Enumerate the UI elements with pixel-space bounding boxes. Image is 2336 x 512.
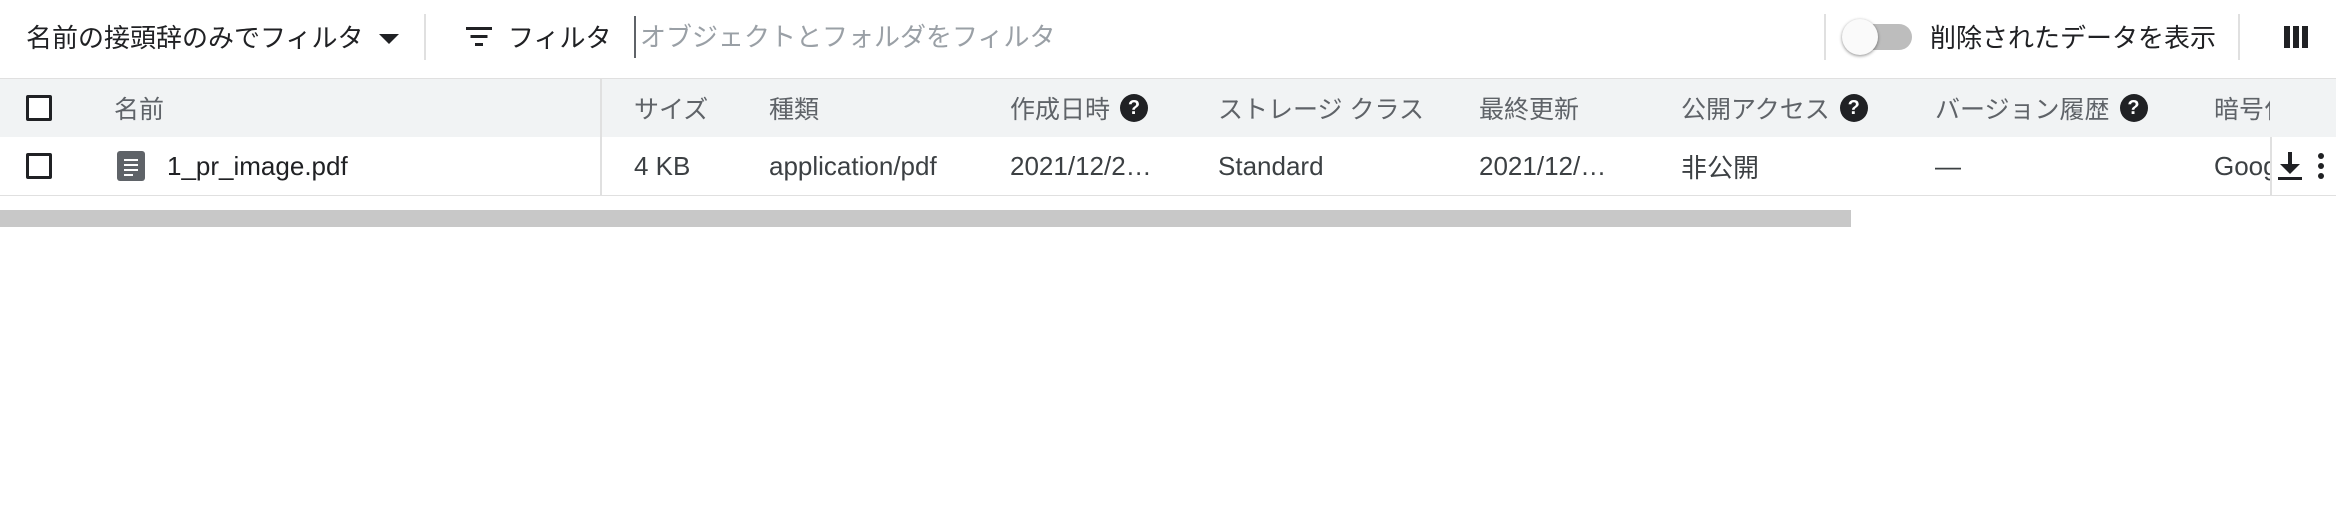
help-icon[interactable]: ? xyxy=(1120,94,1149,122)
filter-button[interactable]: フィルタ xyxy=(466,0,611,73)
header-created-label: 作成日時 xyxy=(1010,96,1111,124)
name-prefix-filter-dropdown[interactable]: 名前の接頭辞のみでフィルタ xyxy=(26,0,400,73)
cell-type: application/pdf xyxy=(769,150,937,181)
column-view-icon xyxy=(2284,25,2308,48)
header-version-history-label: バージョン履歴 xyxy=(1935,96,2110,124)
column-divider xyxy=(600,78,602,195)
header-public-access[interactable]: 公開アクセス ? xyxy=(1681,79,1868,137)
table-header-row: 名前 サイズ 種類 作成日時 ? ストレージ クラス 最終更新 公開アクセス ?… xyxy=(0,78,2336,138)
object-name-link[interactable]: 1_pr_image.pdf xyxy=(167,151,348,182)
header-size[interactable]: サイズ xyxy=(634,79,708,137)
document-icon xyxy=(117,151,145,181)
toolbar-divider xyxy=(2238,14,2240,60)
download-icon[interactable] xyxy=(2278,152,2302,180)
cell-storage-class: Standard xyxy=(1218,150,1324,181)
arrow-drop-down-icon xyxy=(379,33,400,44)
horizontal-scrollbar[interactable] xyxy=(0,210,1851,227)
cell-public-access: 非公開 xyxy=(1681,152,1760,183)
filter-list-icon xyxy=(466,26,492,47)
select-all-checkbox[interactable] xyxy=(26,95,52,121)
header-name[interactable]: 名前 xyxy=(114,79,164,137)
row-actions xyxy=(2270,137,2336,195)
toolbar: 名前の接頭辞のみでフィルタ フィルタ 削除されたデータを表示 xyxy=(0,0,2336,73)
help-icon[interactable]: ? xyxy=(2119,94,2148,122)
object-filter-input[interactable] xyxy=(634,16,1802,58)
cell-size: 4 KB xyxy=(634,150,691,181)
cell-encryption: Google xyxy=(2214,150,2270,181)
toolbar-divider xyxy=(1824,14,1826,60)
header-type[interactable]: 種類 xyxy=(769,79,819,137)
cell-updated: 2021/12/… xyxy=(1479,150,1607,181)
cell-created: 2021/12/2… xyxy=(1010,150,1152,181)
cell-version-history: — xyxy=(1935,150,1961,181)
toggle-thumb xyxy=(1842,19,1878,55)
header-created[interactable]: 作成日時 ? xyxy=(1010,79,1149,137)
help-icon[interactable]: ? xyxy=(1839,94,1868,122)
header-storage-class[interactable]: ストレージ クラス xyxy=(1218,79,1424,137)
show-deleted-toggle[interactable] xyxy=(1842,0,1914,73)
table-row: 1_pr_image.pdf 4 KB application/pdf 2021… xyxy=(0,137,2336,196)
header-encryption[interactable]: 暗号化 xyxy=(2214,79,2270,137)
row-select-checkbox[interactable] xyxy=(26,153,52,179)
toolbar-divider xyxy=(424,14,426,60)
header-version-history[interactable]: バージョン履歴 ? xyxy=(1935,79,2148,137)
more-vert-icon[interactable] xyxy=(2318,153,2324,179)
show-deleted-label: 削除されたデータを表示 xyxy=(1930,23,2217,53)
header-public-access-label: 公開アクセス xyxy=(1681,96,1830,124)
filter-label: フィルタ xyxy=(508,23,612,53)
name-prefix-filter-label: 名前の接頭辞のみでフィルタ xyxy=(26,23,364,53)
header-updated[interactable]: 最終更新 xyxy=(1479,79,1579,137)
column-display-button[interactable] xyxy=(2284,0,2308,73)
